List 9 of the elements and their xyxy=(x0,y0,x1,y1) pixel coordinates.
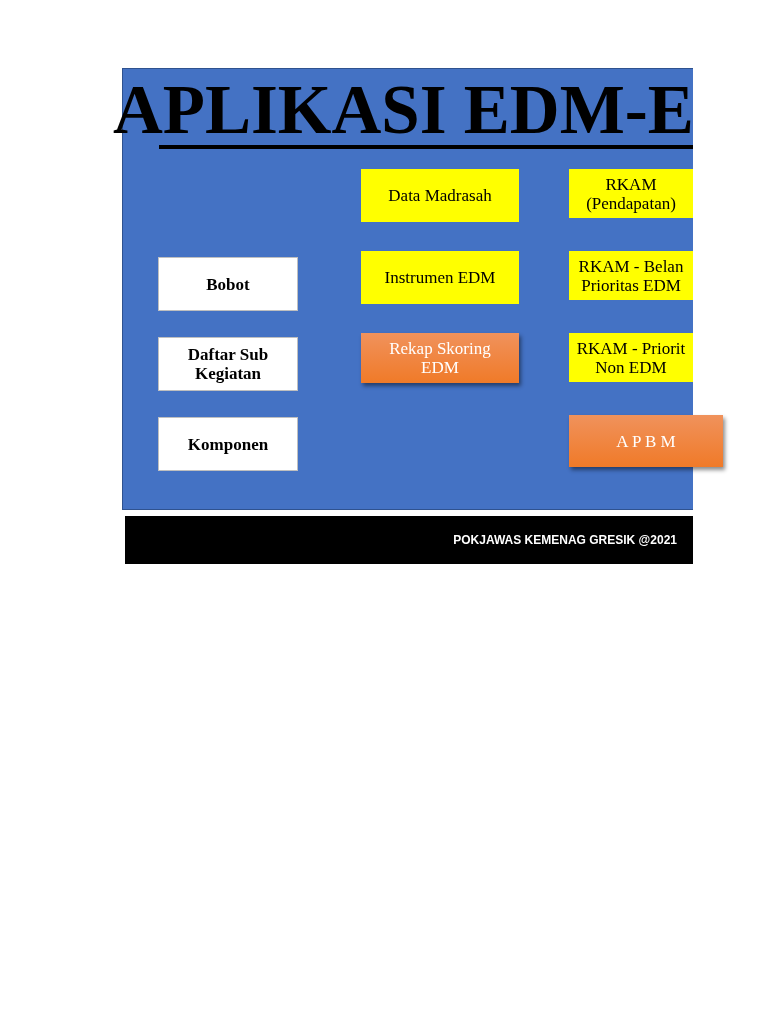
menu-button[interactable]: Instrumen EDM xyxy=(361,251,519,304)
menu-button[interactable]: Daftar Sub Kegiatan xyxy=(158,337,298,391)
footer-text: POKJAWAS KEMENAG GRESIK @2021 xyxy=(453,533,677,547)
menu-button[interactable]: Data Madrasah xyxy=(361,169,519,222)
menu-button[interactable]: RKAM - Belan Prioritas EDM xyxy=(569,251,693,300)
menu-button[interactable]: Bobot xyxy=(158,257,298,311)
menu-button[interactable]: RKAM - Priorit Non EDM xyxy=(569,333,693,382)
menu-button[interactable]: Komponen xyxy=(158,417,298,471)
menu-button[interactable]: RKAM (Pendapatan) xyxy=(569,169,693,218)
